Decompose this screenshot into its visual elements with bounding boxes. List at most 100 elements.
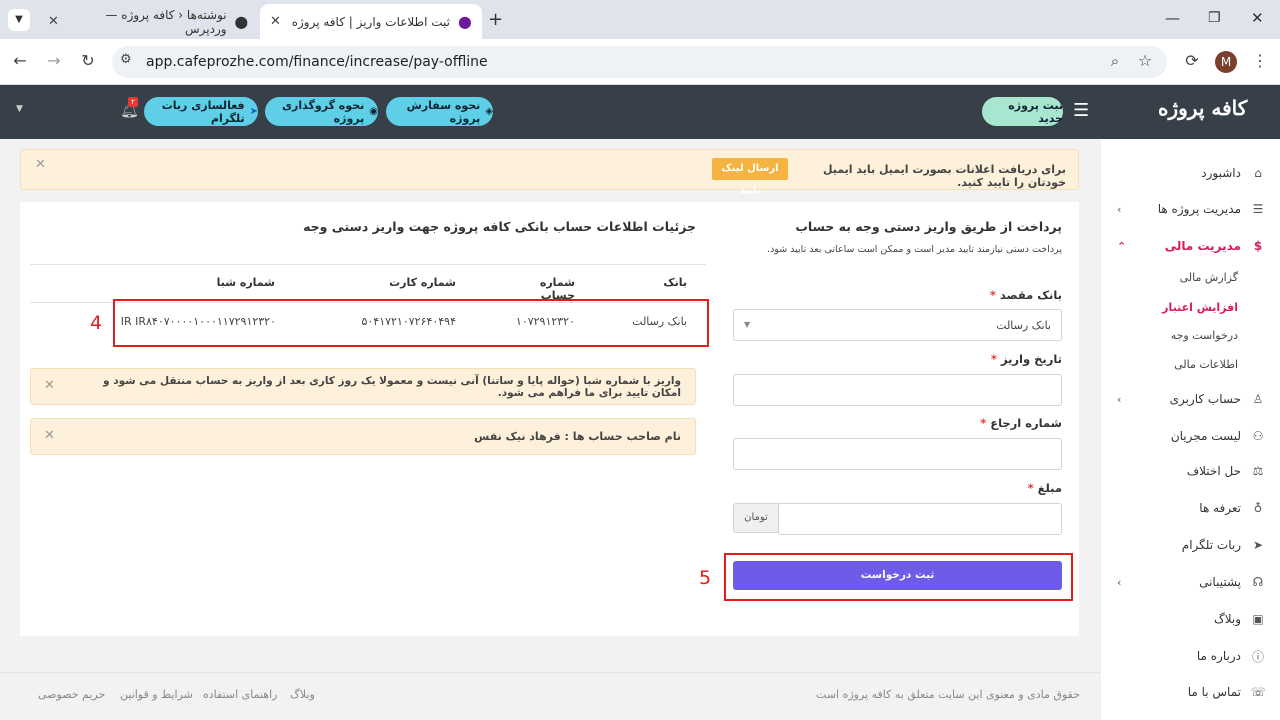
sidebar-item-blog[interactable]: ▣ وبلاگ <box>1101 601 1280 637</box>
site-info-icon[interactable]: ⚙ <box>120 52 132 67</box>
ref-label: شماره ارجاع * <box>900 416 1062 430</box>
annotation-box-5 <box>724 553 1073 601</box>
bank-select[interactable]: بانک رسالت ▼ <box>733 309 1062 341</box>
wordpress-favicon-icon: ⬤ <box>234 14 248 29</box>
annotation-label-4: 4 <box>90 312 103 334</box>
telegram-bot-label: فعالسازی ربات تلگرام <box>161 98 245 125</box>
annotation-box-4 <box>113 299 709 347</box>
sidebar-sub-increase-credit[interactable]: افزایش اعتبار <box>1162 301 1238 314</box>
home-icon: ⌂ <box>1254 166 1262 180</box>
telegram-bot-button[interactable]: ➤ فعالسازی ربات تلگرام <box>144 97 258 126</box>
sidebar-sub-finance-info[interactable]: اطلاعات مالی <box>1174 358 1238 371</box>
amount-input[interactable] <box>778 503 1062 535</box>
window-close-icon[interactable]: ✕ <box>1251 9 1264 27</box>
amount-label: مبلغ * <box>900 481 1062 495</box>
sidebar-item-projects[interactable]: ☰ مدیریت پروژه ها › <box>1101 191 1280 227</box>
sidebar-item-telegram[interactable]: ➤ ربات تلگرام <box>1101 527 1280 563</box>
profile-avatar[interactable]: M <box>1215 51 1237 73</box>
form-title: پرداخت از طریق واریز دستی وجه به حساب <box>795 219 1062 234</box>
required-mark: * <box>989 288 996 302</box>
address-bar[interactable]: ⚙ app.cafeprozhe.com/finance/increase/pa… <box>112 46 1167 78</box>
sidebar-item-label: داشبورد <box>1201 166 1241 180</box>
tab-search-icon[interactable]: ▼ <box>8 9 30 31</box>
dollar-icon: $ <box>1253 239 1263 253</box>
form-subtitle: پرداخت دستی نیازمند تایید مدیر است و ممک… <box>767 244 1062 255</box>
user-icon: ♙ <box>1252 392 1264 406</box>
deposit-guide-button[interactable]: ◉ نحوه گروگذاری پروژه <box>265 97 378 126</box>
sidebar-item-dashboard[interactable]: ⌂ داشبورد <box>1101 155 1280 191</box>
new-tab-button[interactable]: + <box>488 9 503 30</box>
required-mark: * <box>990 352 997 366</box>
alert-close-icon[interactable]: ✕ <box>35 157 46 172</box>
new-project-button[interactable]: ثبت پروژه جدید <box>982 97 1063 126</box>
phone-icon: ☏ <box>1250 685 1266 699</box>
sidebar-item-contact[interactable]: ☏ تماس با ما <box>1101 674 1280 710</box>
close-icon[interactable]: ✕ <box>48 14 59 29</box>
owner-note-text: نام صاحب حساب ها : فرهاد نیک نفس <box>474 430 681 443</box>
list-icon: ☰ <box>1252 202 1264 216</box>
tab-wordpress[interactable]: ⬤ نوشته‌ها ‹ کافه پروژه — وردپرس ✕ <box>38 4 258 39</box>
sidebar-item-tariffs[interactable]: ♁ تعرفه ها <box>1101 490 1280 526</box>
sheba-note: واریز با شماره شبا (حواله پایا و ساتنا) … <box>30 368 696 405</box>
user-menu-chevron-icon[interactable]: ▼ <box>16 104 23 114</box>
send-verify-link-button[interactable]: ارسال لینک تایید <box>712 158 788 196</box>
sheba-note-text: واریز با شماره شبا (حواله پایا و ساتنا) … <box>103 374 681 399</box>
sidebar-item-label: تعرفه ها <box>1199 501 1241 515</box>
menu-icon[interactable]: ⋮ <box>1249 51 1271 70</box>
back-icon[interactable]: ← <box>9 51 31 70</box>
sidebar-item-label: حساب کاربری <box>1169 392 1241 406</box>
sidebar-sub-withdraw[interactable]: درخواست وجه <box>1171 329 1238 342</box>
sheba-note-close-icon[interactable]: ✕ <box>44 378 55 393</box>
currency-addon: تومان <box>733 503 779 533</box>
logo[interactable]: کافه پروژه <box>1158 96 1247 120</box>
forward-icon[interactable]: → <box>43 51 65 70</box>
deposit-guide-label: نحوه گروگذاری پروژه <box>281 98 365 125</box>
reference-number-input[interactable] <box>733 438 1062 470</box>
sidebar: ⌂ داشبورد ☰ مدیریت پروژه ها › $ مدیریت مالی ⌃… <box>1101 139 1280 720</box>
cafeprozhe-favicon-icon: ⬤ <box>458 14 472 29</box>
notification-badge: ۲ <box>128 97 138 107</box>
date-label: تاریخ واریز * <box>900 352 1062 366</box>
zoom-icon[interactable]: ⌕ <box>1104 52 1126 70</box>
chevron-up-icon: ⌃ <box>1117 239 1127 253</box>
minimize-icon[interactable]: — <box>1165 9 1180 27</box>
sidebar-item-label: حل اختلاف <box>1186 464 1241 478</box>
sidebar-item-label: پشتیبانی <box>1199 575 1241 589</box>
sidebar-item-finance[interactable]: $ مدیریت مالی ⌃ <box>1101 228 1280 264</box>
blog-icon: ▣ <box>1252 612 1264 626</box>
info-icon: ⓘ <box>1251 649 1264 664</box>
footer-link-blog[interactable]: وبلاگ <box>290 688 315 701</box>
reload-icon[interactable]: ↻ <box>77 51 99 70</box>
close-icon[interactable]: ✕ <box>270 14 281 29</box>
bank-label-text: بانک مقصد <box>999 288 1062 302</box>
sidebar-item-account[interactable]: ♙ حساب کاربری › <box>1101 381 1280 417</box>
footer-link-terms[interactable]: شرایط و قوانین <box>120 688 193 701</box>
required-mark: * <box>1027 481 1034 495</box>
hamburger-menu-icon[interactable]: ☰ <box>1073 100 1089 121</box>
footer-link-guide[interactable]: راهنمای استفاده <box>203 688 277 701</box>
sidebar-item-about[interactable]: ⓘ درباره ما <box>1101 638 1280 674</box>
sidebar-item-disputes[interactable]: ⚖ حل اختلاف <box>1101 453 1280 489</box>
footer-link-privacy[interactable]: حریم خصوصی <box>38 688 105 701</box>
telegram-icon: ➤ <box>249 106 258 117</box>
sidebar-item-label: مدیریت مالی <box>1164 239 1241 253</box>
sidebar-sub-finance-report[interactable]: گزارش مالی <box>1180 271 1238 284</box>
order-guide-button[interactable]: ◈ نحوه سفارش پروژه <box>386 97 493 126</box>
telegram-icon: ➤ <box>1252 538 1264 552</box>
maximize-icon[interactable]: ❐ <box>1208 10 1221 26</box>
sidebar-item-support[interactable]: ☊ پشتیبانی › <box>1101 564 1280 600</box>
star-icon[interactable]: ☆ <box>1134 51 1156 70</box>
extension-icon[interactable]: ⟳ <box>1181 51 1203 70</box>
tab-active[interactable]: ⬤ ثبت اطلاعات واریز | کافه پروژه ✕ <box>260 4 482 39</box>
owner-note-close-icon[interactable]: ✕ <box>44 428 55 443</box>
tab-title: ثبت اطلاعات واریز | کافه پروژه <box>291 14 450 29</box>
chevron-left-icon: › <box>1117 392 1122 406</box>
footer-divider <box>0 672 1100 673</box>
owner-note: نام صاحب حساب ها : فرهاد نیک نفس <box>30 418 696 455</box>
col-header-sheba: شماره شبا <box>216 276 275 289</box>
deposit-date-input[interactable] <box>733 374 1062 406</box>
col-header-bank: بانک <box>663 276 687 289</box>
tariff-icon: ♁ <box>1253 501 1263 515</box>
sidebar-item-freelancers[interactable]: ⚇ لیست مجریان <box>1101 418 1280 454</box>
sidebar-item-label: تماس با ما <box>1187 685 1241 699</box>
